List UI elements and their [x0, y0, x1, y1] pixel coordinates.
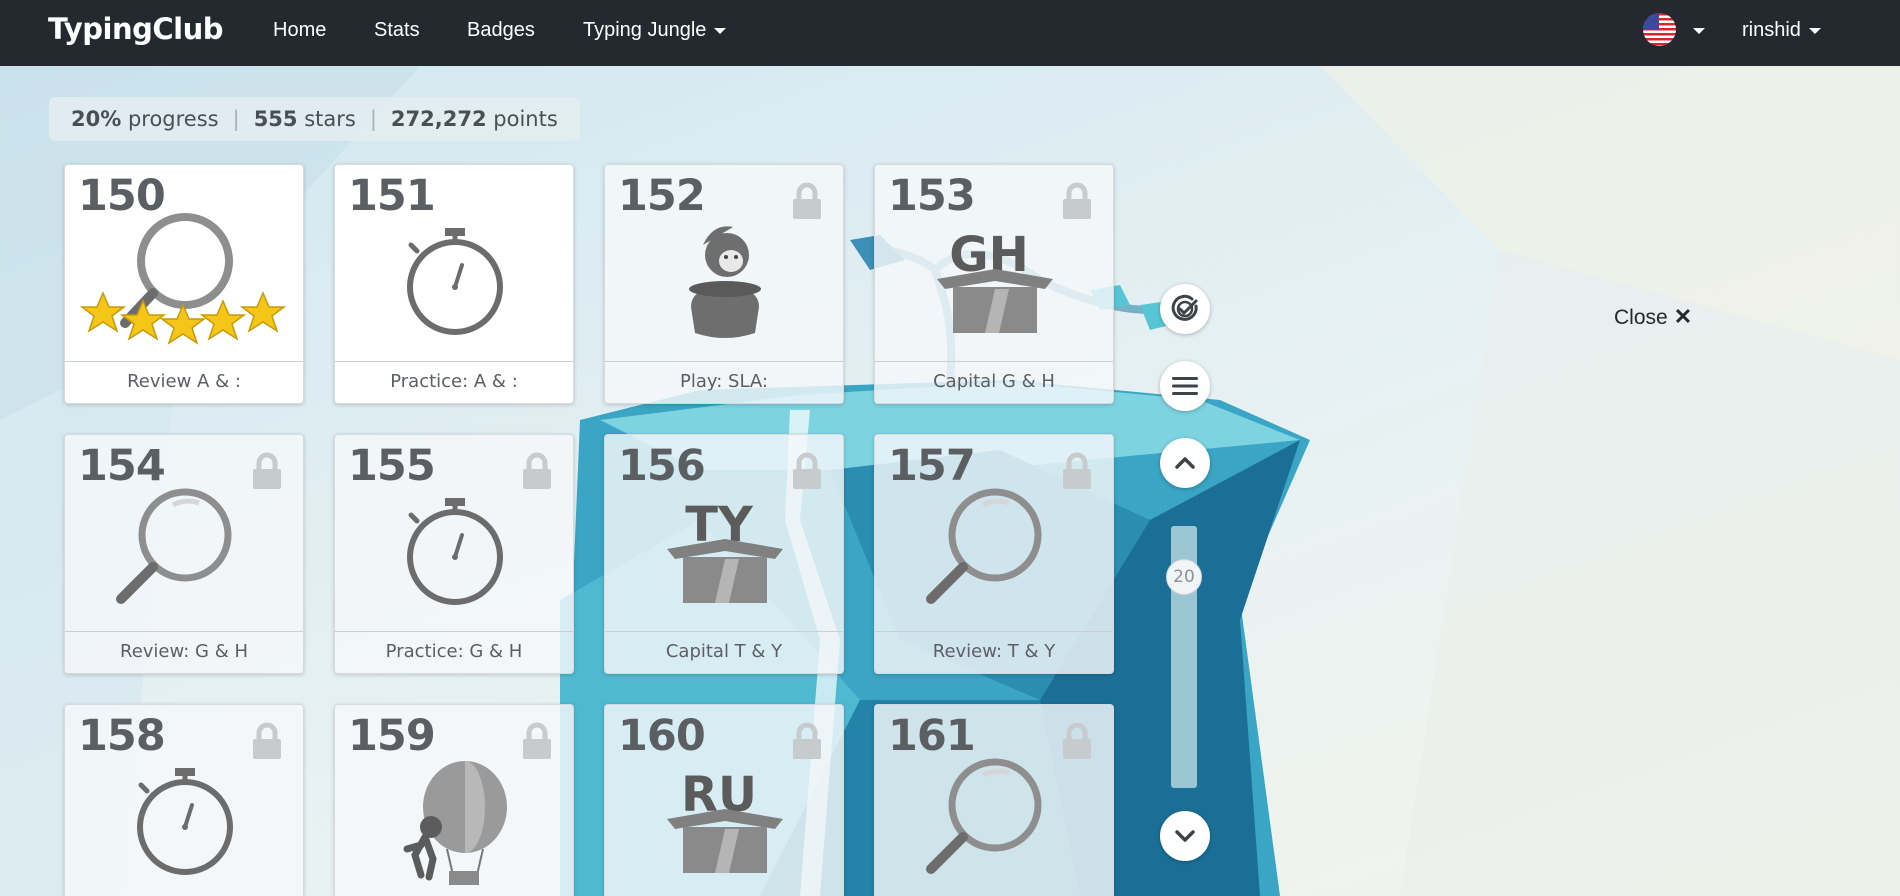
check-progress-button[interactable] [1160, 284, 1210, 334]
lesson-label: Capital G & H [875, 361, 1113, 403]
user-menu[interactable]: rinshid [1742, 19, 1821, 42]
check-circle-icon [1171, 294, 1198, 321]
chevron-down-icon [1808, 27, 1821, 34]
lesson-tile-153[interactable]: 153 GH Capital G & H [874, 164, 1114, 404]
close-label: Close [1614, 306, 1668, 329]
close-button[interactable]: Close ✕ [1614, 304, 1692, 330]
username-label: rinshid [1742, 19, 1801, 41]
stars-label: stars [304, 107, 356, 131]
magnifier-stars-icon [79, 213, 287, 345]
stopwatch-icon [137, 768, 233, 875]
lesson-label: Capital T & Y [605, 631, 843, 673]
lesson-label: Review: G & H [65, 631, 303, 673]
letter-box-icon: RU [667, 767, 783, 873]
nav-stats-link[interactable]: Stats [374, 19, 420, 42]
nav-typing-jungle-dropdown[interactable]: Typing Jungle [583, 19, 727, 42]
divider: | [232, 107, 240, 131]
lesson-label: Review A & : [65, 361, 303, 403]
language-caret-icon[interactable] [1693, 28, 1705, 34]
brand-logo[interactable]: TypingClub [48, 12, 223, 46]
lesson-scroll-thumb[interactable]: 20 [1166, 559, 1202, 595]
lesson-tile-160[interactable]: 160 RU [604, 704, 844, 896]
chevron-down-icon [714, 27, 727, 34]
lesson-tile-156[interactable]: 156 TY Capital T & Y [604, 434, 844, 674]
lesson-tile-152[interactable]: 152 Play: SLA: [604, 164, 844, 404]
lesson-tile-155[interactable]: 155 Practice: G & H [334, 434, 574, 674]
points-label: points [493, 107, 558, 131]
magnifier-icon [116, 488, 232, 604]
divider: | [369, 107, 377, 131]
lesson-tile-161[interactable]: 161 [874, 704, 1114, 896]
stars-count: 555 [253, 107, 298, 131]
lesson-label: Review: T & Y [875, 631, 1113, 673]
lesson-tile-150[interactable]: 150 Review A & : [64, 164, 304, 404]
us-flag-icon[interactable] [1643, 13, 1676, 46]
game-character-icon [689, 226, 761, 338]
scroll-up-button[interactable] [1160, 438, 1210, 488]
nav-badges-link[interactable]: Badges [467, 19, 535, 42]
lesson-tile-158[interactable]: 158 [64, 704, 304, 896]
lesson-tile-157[interactable]: 157 Review: T & Y [874, 434, 1114, 674]
magnifier-icon [926, 488, 1042, 604]
lesson-tile-159[interactable]: 159 [334, 704, 574, 896]
lesson-label: Practice: G & H [335, 631, 573, 673]
stopwatch-icon [407, 498, 503, 605]
close-icon: ✕ [1673, 304, 1693, 329]
chevron-down-icon [1175, 830, 1195, 842]
top-navbar: TypingClub Home Stats Badges Typing Jung… [0, 0, 1900, 66]
points-count: 272,272 [390, 107, 487, 131]
progress-summary: 20% progress | 555 stars | 272,272 point… [49, 97, 580, 141]
lesson-tile-154[interactable]: 154 Review: G & H [64, 434, 304, 674]
magnifier-icon [926, 758, 1042, 874]
balloon-icon [403, 761, 507, 885]
progress-percent: 20% [71, 107, 122, 131]
nav-typing-jungle-label: Typing Jungle [583, 19, 707, 41]
lesson-label: Practice: A & : [335, 361, 573, 403]
letter-box-icon: GH [937, 227, 1053, 333]
lesson-tile-151[interactable]: 151 Practice: A & : [334, 164, 574, 404]
progress-percent-label: progress [127, 107, 219, 131]
lesson-label: Play: SLA: [605, 361, 843, 403]
letter-box-icon: TY [667, 497, 783, 603]
stopwatch-icon [407, 228, 503, 335]
hamburger-menu-icon [1172, 377, 1198, 395]
menu-button[interactable] [1160, 361, 1210, 411]
nav-home-link[interactable]: Home [273, 19, 326, 42]
chevron-up-icon [1175, 457, 1195, 469]
scroll-down-button[interactable] [1160, 811, 1210, 861]
